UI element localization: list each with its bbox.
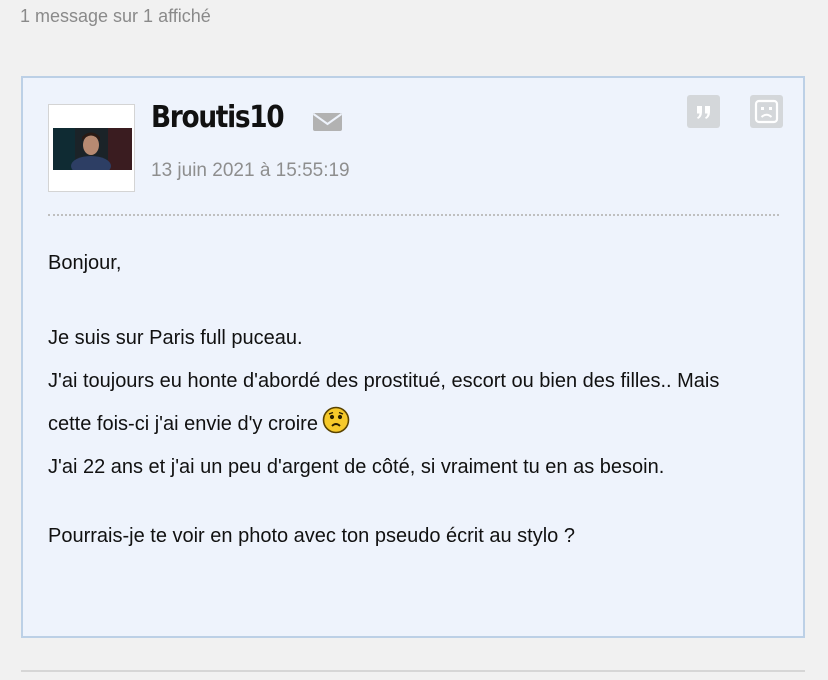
author-name[interactable]: Broutis10: [151, 100, 285, 135]
quote-button[interactable]: [687, 95, 720, 128]
paragraph-line-1: Je suis sur Paris full puceau.: [48, 327, 303, 349]
paragraph-line-3: J'ai 22 ans et j'ai un peu d'argent de c…: [48, 456, 665, 478]
envelope-icon[interactable]: [312, 110, 343, 134]
post-date: 13 juin 2021 à 15:55:19: [151, 160, 350, 181]
quote-icon: [697, 106, 710, 119]
next-message-divider: [21, 670, 805, 672]
sad-face-icon: [754, 99, 779, 124]
greeting-text: Bonjour,: [48, 252, 122, 274]
message-card: Broutis10 13 juin 2021 à 15:55:19 Bonjou…: [21, 76, 805, 638]
worried-smiley-icon: [322, 406, 350, 434]
paragraph-line-4: Pourrais-je te voir en photo avec ton ps…: [48, 525, 575, 547]
paragraph-line-2: J'ai toujours eu honte d'abordé des pros…: [48, 360, 768, 446]
message-count: 1 message sur 1 affiché: [20, 6, 211, 26]
paragraph-line-2-text: J'ai toujours eu honte d'abordé des pros…: [48, 370, 720, 435]
report-button[interactable]: [750, 95, 783, 128]
message-body: Bonjour, Je suis sur Paris full puceau. …: [48, 242, 768, 558]
avatar-image: [53, 128, 132, 170]
avatar[interactable]: [48, 104, 135, 192]
header-separator: [48, 214, 779, 216]
